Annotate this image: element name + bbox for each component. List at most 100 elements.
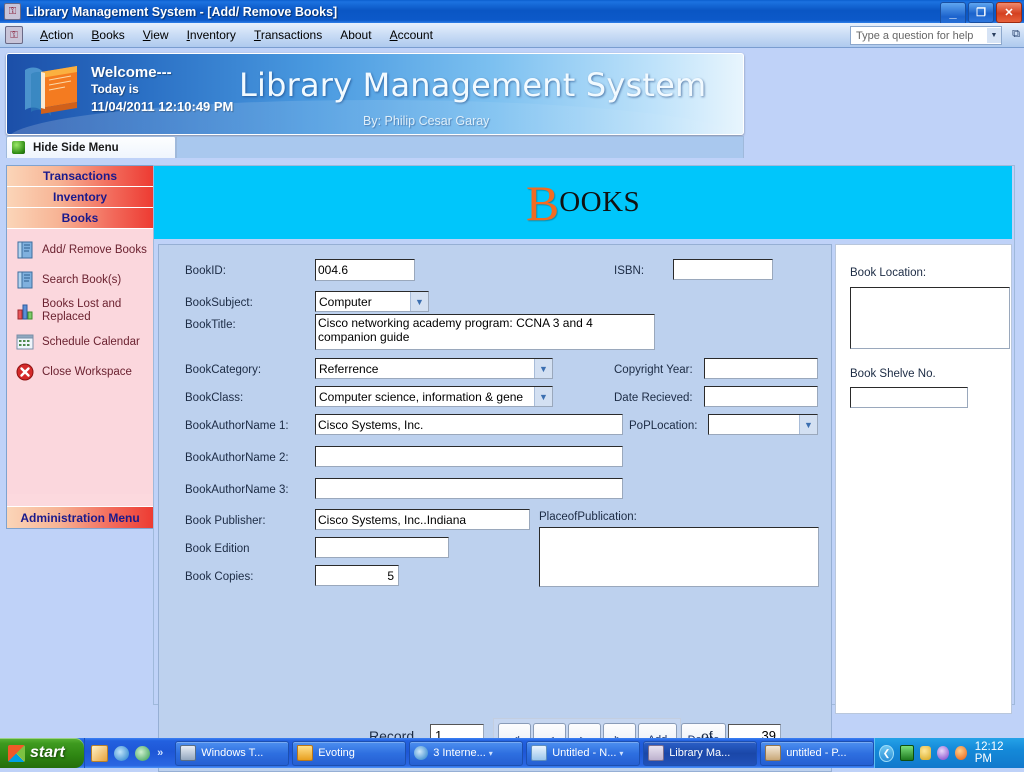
sidebar-item-search-books[interactable]: Search Book(s) [7,265,153,295]
sidebar-section-books[interactable]: Books [7,208,153,229]
help-search-input[interactable]: Type a question for help ▼ [850,26,1002,45]
task-button[interactable]: untitled - P... [760,740,875,766]
menu-item-view[interactable]: View [134,25,178,45]
book-location-input[interactable] [850,287,1010,349]
book-category-select[interactable]: Referrence ▼ [315,358,553,379]
book-title-input[interactable]: Cisco networking academy program: CCNA 3… [315,314,655,350]
chevron-down-icon[interactable]: ▾ [619,749,623,758]
close-circle-icon [16,363,34,381]
date-recieved-label: Date Recieved: [614,392,693,404]
chevron-down-icon[interactable]: ▼ [410,292,428,311]
chevron-down-icon[interactable]: ▼ [534,387,552,406]
quick-launch-chevron-icon[interactable]: » [157,747,163,759]
task-button[interactable]: 3 Interne... ▾ [409,740,524,766]
chevron-down-icon[interactable]: ▾ [489,749,493,758]
book-id-input[interactable]: 004.6 [315,259,415,281]
publisher-label: Book Publisher: [185,515,266,527]
task-label: Evoting [318,747,355,759]
book-class-label: BookClass: [185,392,244,404]
restore-button[interactable]: ❐ [968,2,994,23]
author2-label: BookAuthorName 2: [185,452,289,464]
sidebar-section-label: Inventory [52,190,107,204]
place-of-publication-label: PlaceofPublication: [539,511,637,523]
book-location-panel: Book Location: Book Shelve No. [835,244,1012,714]
book-form-panel: BookID: 004.6 BookSubject: Computer ▼ Bo… [158,244,832,772]
hide-side-menu-button[interactable]: Hide Side Menu [6,136,176,158]
menu-key-icon: ⚿ [5,26,23,44]
menu-item-transactions[interactable]: Transactions [245,25,331,45]
chevron-down-icon[interactable]: ▼ [799,415,817,434]
menu-item-inventory[interactable]: Inventory [178,25,245,45]
tab-row-filler [176,136,744,158]
sidebar-item-schedule-calendar[interactable]: Schedule Calendar [7,327,153,357]
start-button[interactable]: start [0,738,85,768]
quick-launch-bar: » [84,738,169,768]
book-icon [17,271,33,289]
menu-item-about[interactable]: About [331,25,380,45]
book-id-label: BookID: [185,265,226,277]
main-content: B OOKS BookID: 004.6 BookSubject: Comput… [153,165,1015,772]
pop-location-select[interactable]: ▼ [708,414,818,435]
restore-window-icon[interactable]: ⧉ [1012,28,1020,41]
sidebar-item-label: Schedule Calendar [42,335,140,348]
copyright-year-input[interactable] [704,358,818,379]
sidebar: Transactions Inventory Books Add/ Remove… [6,165,154,529]
sidebar-section-label: Transactions [42,169,118,183]
books-heading: B OOKS [154,166,1012,239]
edition-label: Book Edition [185,543,250,555]
task-button-active[interactable]: Library Ma... [643,740,758,766]
task-label: Library Ma... [669,747,731,759]
task-label: 3 Interne... [433,747,486,759]
network-icon[interactable] [899,745,914,761]
sidebar-section-inventory[interactable]: Inventory [7,187,153,208]
updates-icon[interactable] [954,746,967,760]
menu-item-books[interactable]: Books [82,25,133,45]
isbn-input[interactable] [673,259,773,280]
publisher-input[interactable]: Cisco Systems, Inc..Indiana [315,509,530,530]
sidebar-administration-menu[interactable]: Administration Menu [7,506,153,528]
task-button[interactable]: Untitled - N... ▾ [526,740,641,766]
sidebar-section-transactions[interactable]: Transactions [7,166,153,187]
book-shelve-no-input[interactable] [850,387,968,408]
sidebar-item-label: Close Workspace [42,365,132,378]
copies-input[interactable]: 5 [315,565,399,586]
welcome-text: Welcome--- [91,64,172,81]
tray-expand-chevron-icon[interactable]: ❮ [879,744,894,762]
bittorrent-icon[interactable] [937,746,949,760]
banner-title: Library Management System [239,66,707,104]
menu-item-account[interactable]: Account [381,25,442,45]
sidebar-item-books-lost-replaced[interactable]: Books Lost and Replaced [7,295,153,327]
place-of-publication-input[interactable] [539,527,819,587]
task-button[interactable]: Windows T... [175,740,290,766]
notepad-icon[interactable] [91,744,109,762]
notepad-icon [531,745,548,761]
task-label: Windows T... [201,747,264,759]
book-location-label: Book Location: [850,267,927,279]
edition-input[interactable] [315,537,449,558]
sidebar-item-label: Books Lost and Replaced [42,298,122,323]
author1-input[interactable]: Cisco Systems, Inc. [315,414,623,435]
key-icon [648,745,665,761]
author3-input[interactable] [315,478,623,499]
book-subject-select[interactable]: Computer ▼ [315,291,429,312]
menu-item-action[interactable]: Action [31,25,82,45]
task-button[interactable]: Evoting [292,740,407,766]
author2-input[interactable] [315,446,623,467]
chevron-down-icon[interactable]: ▼ [987,28,1001,43]
copyright-year-label: Copyright Year: [614,364,693,376]
close-button[interactable]: ✕ [996,2,1022,23]
tray-clock[interactable]: 12:12 PM [975,741,1016,765]
sidebar-item-close-workspace[interactable]: Close Workspace [7,357,153,387]
app-key-icon: ⚿ [4,3,21,20]
chevron-down-icon[interactable]: ▼ [534,359,552,378]
media-icon[interactable] [135,745,151,761]
sidebar-item-add-remove-books[interactable]: Add/ Remove Books [7,235,153,265]
isbn-label: ISBN: [614,265,645,277]
book-category-value: Referrence [319,361,379,376]
antivirus-icon[interactable] [919,746,932,760]
ie-icon[interactable] [114,745,130,761]
menu-bar: ⚿ Action Books View Inventory Transactio… [0,23,1024,48]
help-placeholder: Type a question for help [856,29,974,42]
date-recieved-input[interactable] [704,386,818,407]
book-class-select[interactable]: Computer science, information & gene ▼ [315,386,553,407]
